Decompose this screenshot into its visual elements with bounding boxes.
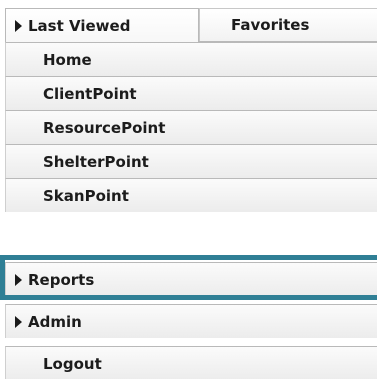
- tab-label: Last Viewed: [28, 16, 131, 35]
- menu-item-admin[interactable]: Admin: [5, 304, 377, 338]
- menu-item-reports[interactable]: Reports: [5, 262, 377, 296]
- menu-item-resourcepoint[interactable]: ResourcePoint: [5, 110, 377, 144]
- menu-item-label: Admin: [28, 312, 82, 331]
- menu-item-clientpoint[interactable]: ClientPoint: [5, 76, 377, 110]
- menu-item-label: ResourcePoint: [43, 118, 166, 137]
- menu-item-logout[interactable]: Logout: [5, 346, 377, 379]
- expand-triangle-icon: [15, 315, 22, 328]
- menu-item-label: Logout: [43, 354, 102, 373]
- tab-last-viewed[interactable]: Last Viewed: [5, 8, 199, 42]
- menu-item-home[interactable]: Home: [5, 42, 377, 76]
- menu-item-shelterpoint[interactable]: ShelterPoint: [5, 144, 377, 178]
- tab-bar: Last Viewed Favorites: [0, 0, 377, 42]
- expand-triangle-icon: [15, 273, 22, 286]
- menu-item-label: SkanPoint: [43, 186, 129, 205]
- tab-favorites[interactable]: Favorites: [199, 8, 377, 42]
- tab-label: Favorites: [231, 16, 310, 34]
- menu-item-label: Home: [43, 50, 92, 69]
- menu-item-skanpoint[interactable]: SkanPoint: [5, 178, 377, 212]
- navigation-panel: Last Viewed Favorites Home ClientPoint R…: [0, 0, 377, 379]
- menu-item-label: ClientPoint: [43, 84, 137, 103]
- menu-item-label: ShelterPoint: [43, 152, 149, 171]
- menu-item-label: Reports: [28, 270, 95, 289]
- expand-triangle-icon: [15, 19, 22, 32]
